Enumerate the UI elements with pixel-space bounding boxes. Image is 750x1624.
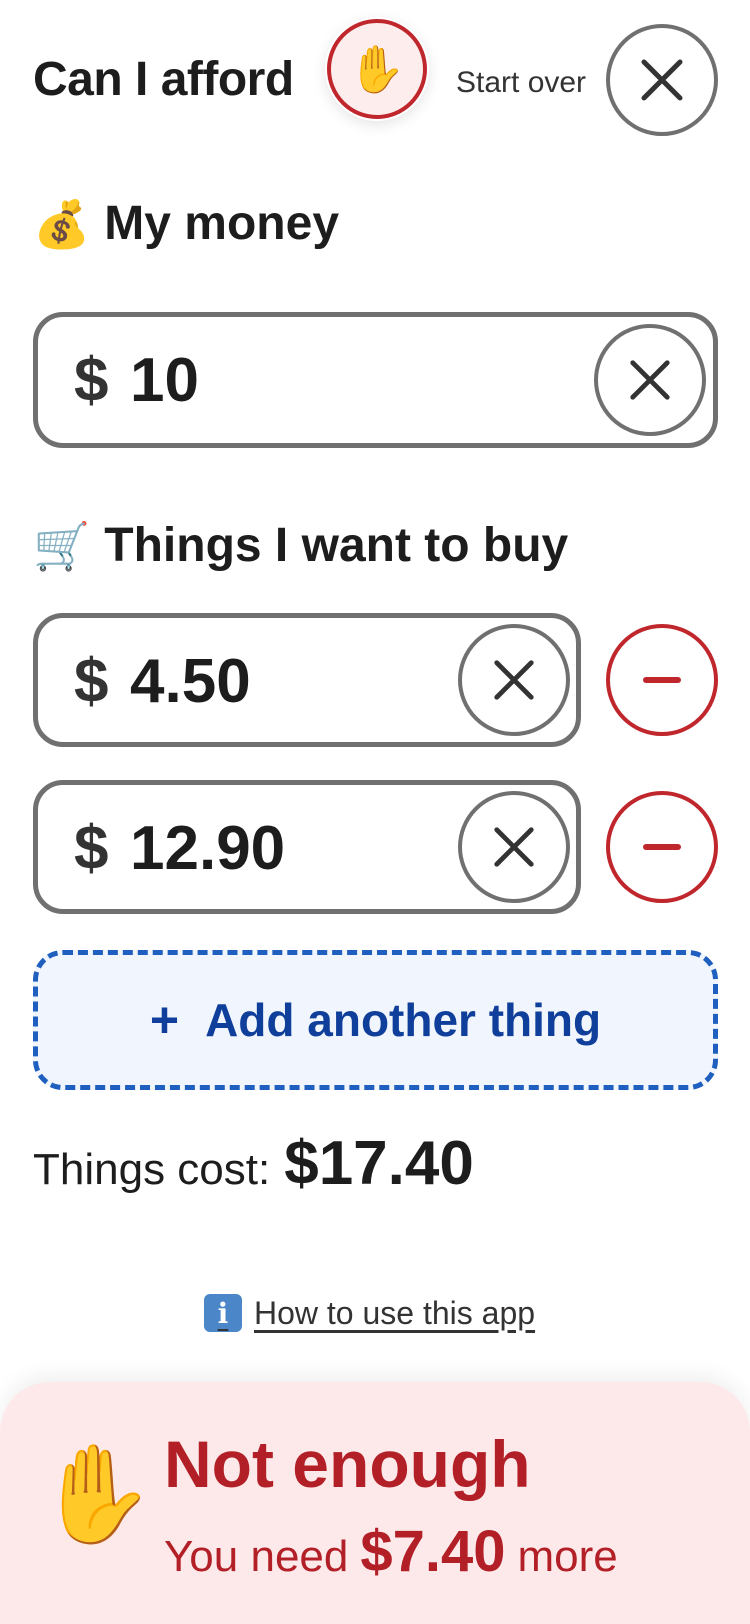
result-amount: $7.40 <box>360 1519 506 1584</box>
currency-symbol: $ <box>74 814 109 883</box>
minus-icon <box>643 677 681 683</box>
cost-value: $17.40 <box>284 1129 474 1198</box>
plus-icon: + <box>149 992 180 1048</box>
add-thing-label: Add another thing <box>205 994 602 1046</box>
item-value[interactable]: 4.50 <box>130 646 251 717</box>
add-thing-button[interactable]: + Add another thing <box>33 950 718 1090</box>
result-message: You need $7.40 more <box>164 1518 618 1585</box>
info-icon: i <box>204 1294 242 1332</box>
close-icon <box>630 360 670 400</box>
help-link-label[interactable]: How to use this app <box>254 1295 535 1332</box>
close-icon <box>494 660 534 700</box>
clear-item-button[interactable] <box>458 624 570 736</box>
clear-money-button[interactable] <box>594 324 706 436</box>
things-heading-label: Things I want to buy <box>104 519 569 572</box>
money-bag-icon: 💰 <box>33 197 91 250</box>
minus-icon <box>643 844 681 850</box>
result-suffix: more <box>517 1532 618 1581</box>
cost-label: Things cost: <box>33 1145 271 1194</box>
total-cost: Things cost: $17.40 <box>33 1128 474 1199</box>
money-heading-label: My money <box>104 197 340 250</box>
raised-hand-icon: ✋ <box>36 1441 156 1548</box>
shopping-cart-icon: 🛒 <box>33 519 91 572</box>
remove-item-button[interactable] <box>606 791 718 903</box>
money-heading: 💰 My money <box>33 196 339 251</box>
item-value[interactable]: 12.90 <box>130 813 285 884</box>
status-badge: ✋ <box>325 17 429 121</box>
result-panel: ✋ Not enough You need $7.40 more <box>0 1382 750 1624</box>
start-over-label[interactable]: Start over <box>456 66 586 100</box>
result-title: Not enough <box>164 1427 531 1501</box>
currency-symbol: $ <box>74 346 109 415</box>
app-header: Can I afford ✋ Start over <box>0 0 750 160</box>
raised-hand-icon: ✋ <box>327 19 427 119</box>
start-over-button[interactable] <box>606 24 718 136</box>
close-icon <box>641 59 683 101</box>
close-icon <box>494 827 534 867</box>
app-title: Can I afford <box>33 53 294 106</box>
money-value[interactable]: 10 <box>130 345 199 416</box>
things-heading: 🛒 Things I want to buy <box>33 518 568 573</box>
help-link[interactable]: i How to use this app <box>204 1294 535 1332</box>
clear-item-button[interactable] <box>458 791 570 903</box>
result-prefix: You need <box>164 1532 349 1581</box>
remove-item-button[interactable] <box>606 624 718 736</box>
currency-symbol: $ <box>74 647 109 716</box>
